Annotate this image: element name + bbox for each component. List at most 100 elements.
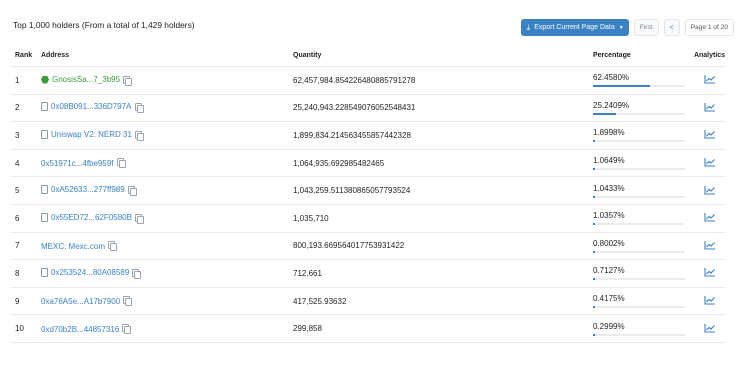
address-text: Uniswap V2: NERD 31 [51, 129, 132, 139]
address-link[interactable]: 0x51971c...4fbe959f [41, 159, 114, 168]
holders-panel: Top 1,000 holders (From a total of 1,429… [0, 0, 746, 368]
analytics-chart-icon[interactable] [703, 102, 716, 112]
analytics-cell [693, 94, 726, 123]
analytics-cell [693, 314, 726, 343]
percentage-bar-fill [593, 168, 595, 171]
percentage-bar [593, 85, 685, 88]
rank-cell: 6 [10, 204, 41, 233]
copy-icon[interactable] [108, 240, 118, 251]
rank-cell: 5 [10, 176, 41, 205]
address-link[interactable]: 0xA52633...277ff989 [41, 185, 125, 195]
percentage-bar [593, 223, 685, 226]
percentage-bar-fill [593, 278, 595, 281]
quantity-cell: 25,240,943.228549076052548431 [293, 94, 593, 123]
percentage-bar-fill [593, 306, 595, 309]
prev-page-button[interactable]: < [663, 19, 680, 36]
download-icon: ⤓ [526, 22, 531, 32]
copy-icon[interactable] [123, 296, 133, 307]
table-row: 10 0xd70b2B...44857316 299,858 0.2999% [10, 314, 726, 343]
analytics-chart-icon[interactable] [703, 157, 716, 167]
address-link[interactable]: 0xd70b2B...44857316 [41, 325, 119, 334]
quantity-cell: 1,899,834.214563455857442328 [293, 121, 593, 150]
analytics-chart-icon[interactable] [703, 212, 716, 222]
analytics-chart-icon[interactable] [703, 185, 716, 195]
address-text: 0xa76A5e...A17b7900 [41, 297, 121, 307]
export-label: Export Current Page Data [534, 24, 615, 31]
analytics-chart-icon[interactable] [703, 295, 716, 305]
percentage-bar [593, 278, 685, 281]
address-link[interactable]: MEXC: Mexc.com [41, 242, 105, 251]
address-link[interactable]: 0x55ED72...62F0580B [41, 212, 132, 222]
rank-cell: 7 [10, 232, 41, 261]
rank-cell: 10 [10, 314, 41, 343]
analytics-chart-icon[interactable] [703, 323, 716, 333]
percentage-bar-fill [593, 223, 595, 226]
address-cell: 0xa76A5e...A17b7900 [41, 287, 293, 316]
holders-table: Rank Address Quantity Percentage Analyti… [10, 44, 726, 343]
rank-cell: 3 [10, 121, 41, 150]
copy-icon[interactable] [134, 103, 144, 114]
address-cell: 0x51971c...4fbe959f [41, 149, 293, 178]
address-text: 0x253524...80A08589 [51, 267, 130, 277]
table-header-row: Rank Address Quantity Percentage Analyti… [10, 44, 726, 67]
copy-icon[interactable] [132, 268, 142, 279]
analytics-cell [693, 149, 726, 178]
percentage-cell: 1.0357% [593, 204, 693, 233]
percentage-text: 1.0649% [593, 156, 625, 166]
address-cell: 0xd70b2B...44857316 [41, 314, 293, 343]
copy-icon[interactable] [134, 213, 144, 224]
address-link[interactable]: GnosisSa...7_3b95 [41, 75, 120, 84]
address-link[interactable]: 0xa76A5e...A17b7900 [41, 297, 120, 306]
analytics-chart-icon[interactable] [703, 240, 716, 250]
table-row: 8 0x253524...80A08589 712,661 0.7127% [10, 259, 726, 288]
toolbar: ⤓ Export Current Page Data ▾ First < Pag… [520, 19, 734, 36]
address-cell: 0xA52633...277ff989 [41, 176, 293, 205]
percentage-cell: 0.8002% [593, 232, 693, 261]
quantity-cell: 712,661 [293, 259, 593, 288]
copy-icon[interactable] [122, 323, 132, 334]
percentage-bar [593, 195, 685, 198]
percentage-text: 0.7127% [593, 266, 625, 276]
first-page-button[interactable]: First [633, 19, 659, 36]
percentage-cell: 25.2409% [593, 94, 693, 123]
quantity-cell: 1,035,710 [293, 204, 593, 233]
table-row: 2 0x08B091...336D797A 25,240,943.228549076… [10, 94, 726, 123]
percentage-bar [593, 333, 685, 336]
contract-icon [41, 267, 48, 277]
address-link[interactable]: 0x08B091...336D797A [41, 102, 132, 112]
table-row: 9 0xa76A5e...A17b7900 417,525.93632 0.4175% [10, 287, 726, 316]
contract-icon [41, 129, 48, 139]
holders-summary: Top 1,000 holders (From a total of 1,429… [13, 20, 195, 30]
rank-cell: 2 [10, 94, 41, 123]
address-text: 0xA52633...277ff989 [51, 185, 125, 195]
col-address: Address [41, 44, 293, 67]
percentage-bar-fill [593, 250, 595, 253]
percentage-cell: 1.0433% [593, 176, 693, 205]
copy-icon[interactable] [134, 130, 144, 141]
col-analytics: Analytics [693, 44, 726, 67]
quantity-cell: 62,457,984.854226480885791278 [293, 66, 593, 95]
export-button[interactable]: ⤓ Export Current Page Data ▾ [520, 19, 629, 36]
copy-icon[interactable] [116, 158, 126, 169]
address-link[interactable]: 0x253524...80A08589 [41, 267, 130, 277]
col-rank: Rank [10, 44, 41, 67]
address-link[interactable]: Uniswap V2: NERD 31 [41, 129, 132, 139]
percentage-cell: 62.4580% [593, 66, 693, 95]
quantity-cell: 1,043,259.511380865057793524 [293, 176, 593, 205]
copy-icon[interactable] [123, 75, 133, 86]
address-text: 0xd70b2B...44857316 [41, 324, 120, 334]
table-row: 3 Uniswap V2: NERD 31 1,899,834.2145634558… [10, 121, 726, 150]
chevron-down-icon: ▾ [619, 25, 623, 31]
col-quantity: Quantity [293, 44, 593, 67]
percentage-cell: 1.0649% [593, 149, 693, 178]
address-cell: 0x08B091...336D797A [41, 94, 293, 123]
analytics-chart-icon[interactable] [703, 267, 716, 278]
analytics-cell [693, 66, 726, 95]
percentage-bar [593, 306, 685, 309]
analytics-cell [693, 259, 726, 288]
percentage-text: 62.4580% [593, 73, 630, 83]
analytics-chart-icon[interactable] [703, 129, 716, 140]
copy-icon[interactable] [127, 186, 137, 197]
analytics-chart-icon[interactable] [703, 74, 716, 84]
quantity-cell: 299,858 [293, 314, 593, 343]
